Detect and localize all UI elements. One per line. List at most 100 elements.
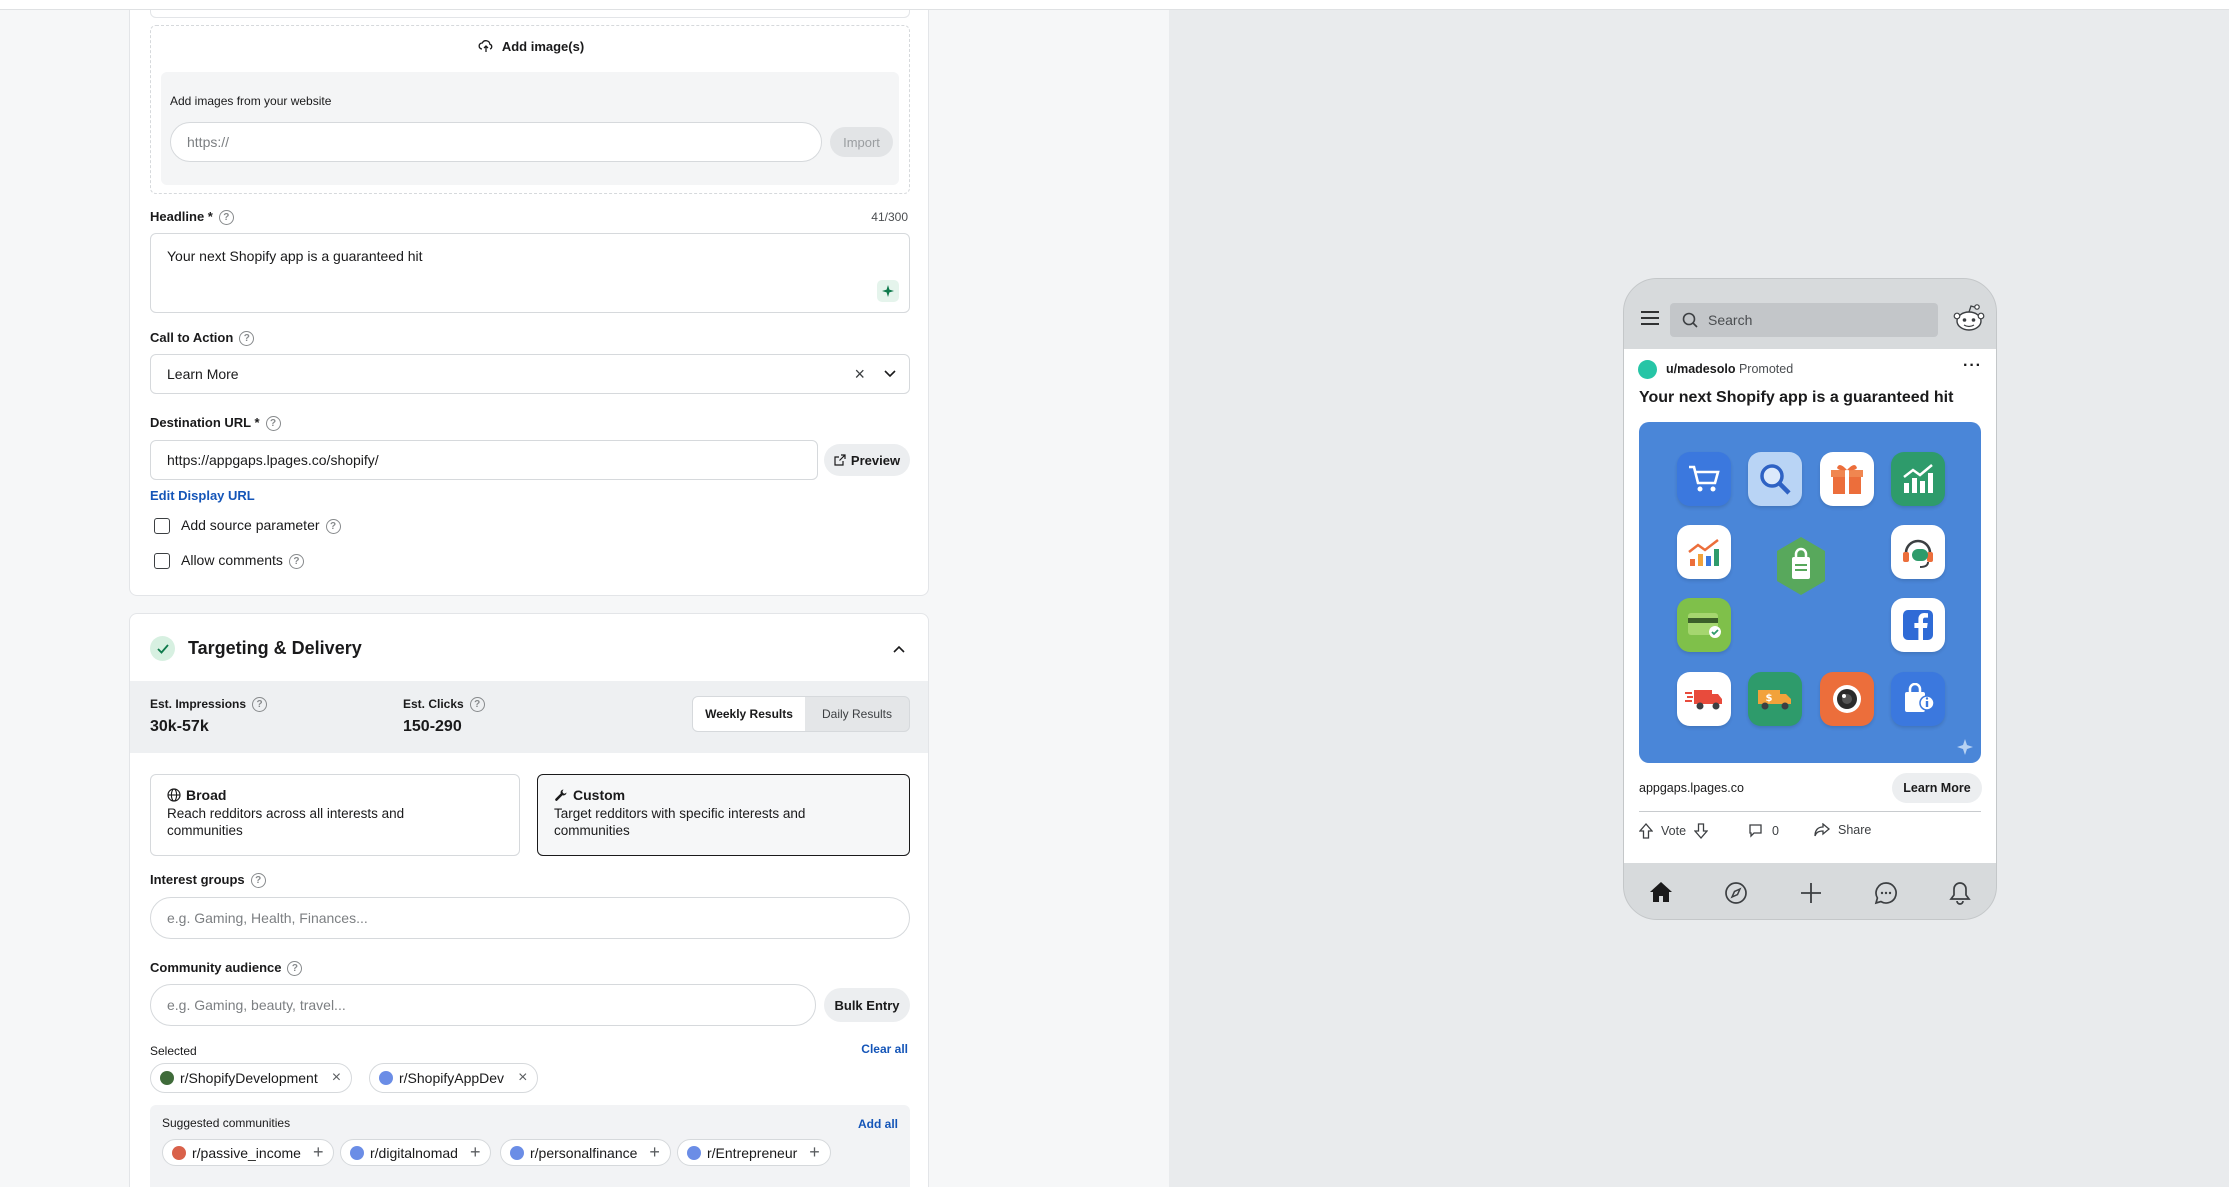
- wrench-icon: [555, 789, 567, 801]
- headline-textarea[interactable]: Your next Shopify app is a guaranteed hi…: [150, 233, 910, 313]
- create-post-icon[interactable]: [1799, 881, 1823, 905]
- website-images-label: Add images from your website: [170, 94, 332, 108]
- delivery-truck-icon: [1677, 672, 1731, 726]
- suggested-community-chip[interactable]: r/passive_income +: [162, 1139, 335, 1166]
- money-truck-icon: $: [1748, 672, 1802, 726]
- notifications-icon[interactable]: [1949, 881, 1971, 905]
- add-icon[interactable]: +: [313, 1142, 324, 1163]
- bulk-entry-button[interactable]: Bulk Entry: [824, 988, 910, 1022]
- facebook-icon: [1891, 598, 1945, 652]
- website-url-input[interactable]: https://: [170, 122, 822, 162]
- home-icon[interactable]: [1649, 881, 1673, 903]
- daily-results-tab[interactable]: Daily Results: [805, 697, 909, 731]
- help-icon[interactable]: ?: [469, 697, 485, 713]
- headline-counter: 41/300: [871, 210, 908, 224]
- edit-display-url-link[interactable]: Edit Display URL: [150, 488, 255, 503]
- more-options-icon[interactable]: ···: [1963, 357, 1982, 375]
- snoo-avatar-icon[interactable]: [1952, 301, 1986, 335]
- suggested-community-chip[interactable]: r/digitalnomad +: [340, 1139, 492, 1166]
- website-images-panel: Add images from your website https:// Im…: [161, 72, 899, 185]
- broad-option-card[interactable]: Broad Reach redditors across all interes…: [150, 774, 520, 856]
- community-avatar-icon: [510, 1145, 524, 1160]
- allow-comments-label: Allow comments?: [181, 552, 304, 569]
- ad-image[interactable]: $: [1639, 422, 1981, 763]
- help-icon[interactable]: ?: [265, 416, 281, 432]
- preview-button[interactable]: Preview: [824, 444, 910, 476]
- clear-icon[interactable]: ×: [854, 364, 865, 385]
- card-icon: [1677, 598, 1731, 652]
- import-button[interactable]: Import: [830, 127, 893, 157]
- help-icon[interactable]: ?: [288, 553, 304, 569]
- post-cta-button[interactable]: Learn More: [1892, 773, 1982, 803]
- menu-icon[interactable]: [1641, 311, 1659, 325]
- post-username[interactable]: u/madesolo: [1666, 362, 1735, 376]
- add-source-parameter-checkbox[interactable]: [154, 518, 170, 534]
- help-icon[interactable]: ?: [252, 697, 268, 713]
- community-avatar-icon: [172, 1145, 186, 1160]
- clear-all-link[interactable]: Clear all: [861, 1042, 908, 1056]
- post-headline[interactable]: Your next Shopify app is a guaranteed hi…: [1639, 389, 1953, 407]
- promoted-post: u/madesolo Promoted ··· Your next Shopif…: [1624, 349, 1996, 863]
- community-avatar-icon: [160, 1071, 174, 1085]
- remove-icon[interactable]: ×: [518, 1069, 527, 1087]
- destination-url-input[interactable]: https://appgaps.lpages.co/shopify/: [150, 440, 818, 480]
- image-dropzone[interactable]: Add image(s) Add images from your websit…: [150, 25, 910, 194]
- help-icon[interactable]: ?: [287, 961, 303, 977]
- help-icon[interactable]: ?: [325, 518, 341, 534]
- help-icon[interactable]: ?: [218, 210, 234, 226]
- support-icon: [1891, 525, 1945, 579]
- chevron-up-icon[interactable]: [892, 644, 906, 654]
- downvote-icon[interactable]: [1694, 823, 1709, 839]
- chevron-down-icon[interactable]: [883, 369, 897, 379]
- suggested-community-chip[interactable]: r/personalfinance +: [500, 1139, 671, 1166]
- weekly-results-tab[interactable]: Weekly Results: [693, 697, 805, 731]
- add-all-link[interactable]: Add all: [858, 1117, 898, 1131]
- comments-control[interactable]: 0: [1748, 823, 1779, 838]
- estimates-bar: Est. Impressions? 30k-57k Est. Clicks? 1…: [130, 681, 928, 753]
- promoted-label: Promoted: [1738, 362, 1794, 376]
- post-domain[interactable]: appgaps.lpages.co: [1639, 781, 1744, 795]
- explore-icon[interactable]: [1724, 881, 1748, 905]
- mobile-preview: Search u/madesolo Promoted ··· Your next…: [1623, 278, 1997, 920]
- reddit-search-bar[interactable]: Search: [1670, 303, 1938, 337]
- targeting-title: Targeting & Delivery: [188, 638, 362, 658]
- share-control[interactable]: Share: [1814, 823, 1871, 837]
- divider: [1639, 811, 1981, 812]
- chat-icon[interactable]: [1874, 881, 1898, 905]
- upvote-icon[interactable]: [1639, 823, 1653, 839]
- cta-select[interactable]: Learn More ×: [150, 354, 910, 394]
- vote-label: Vote: [1661, 824, 1687, 838]
- community-audience-label: Community audience?: [150, 960, 303, 977]
- svg-text:$: $: [1766, 693, 1773, 704]
- suggested-communities-panel: Suggested communities Add all r/passive_…: [150, 1105, 910, 1187]
- add-images-button[interactable]: Add image(s): [151, 34, 911, 58]
- add-icon[interactable]: +: [470, 1142, 481, 1163]
- allow-comments-checkbox[interactable]: [154, 553, 170, 569]
- clicks-value: 150-290: [403, 718, 462, 735]
- comment-count: 0: [1772, 823, 1779, 838]
- selected-label: Selected: [150, 1044, 197, 1058]
- custom-option-card[interactable]: Custom Target redditors with specific in…: [537, 774, 910, 856]
- ai-sparkle-icon[interactable]: [877, 280, 899, 302]
- cart-icon: [1677, 452, 1731, 506]
- growth-chart-icon: [1677, 525, 1731, 579]
- broad-title: Broad: [186, 787, 227, 803]
- upload-icon: [478, 40, 493, 52]
- suggested-community-chip[interactable]: r/Entrepreneur +: [677, 1139, 831, 1166]
- interest-groups-input[interactable]: e.g. Gaming, Health, Finances...: [150, 897, 910, 939]
- add-icon[interactable]: +: [649, 1142, 660, 1163]
- shopify-bag-icon: [1773, 535, 1829, 597]
- top-border: [0, 0, 2229, 10]
- camera-icon: [1820, 672, 1874, 726]
- community-audience-input[interactable]: e.g. Gaming, beauty, travel...: [150, 984, 816, 1026]
- clicks-label: Est. Clicks?: [403, 697, 485, 713]
- add-images-label: Add image(s): [501, 38, 585, 54]
- custom-description: Target redditors with specific interests…: [554, 806, 806, 838]
- add-source-parameter-label: Add source parameter?: [181, 517, 341, 534]
- remove-icon[interactable]: ×: [332, 1069, 341, 1087]
- help-icon[interactable]: ?: [239, 331, 255, 347]
- add-icon[interactable]: +: [809, 1142, 820, 1163]
- share-label: Share: [1838, 823, 1872, 837]
- help-icon[interactable]: ?: [250, 873, 266, 889]
- search-icon: [1748, 452, 1802, 506]
